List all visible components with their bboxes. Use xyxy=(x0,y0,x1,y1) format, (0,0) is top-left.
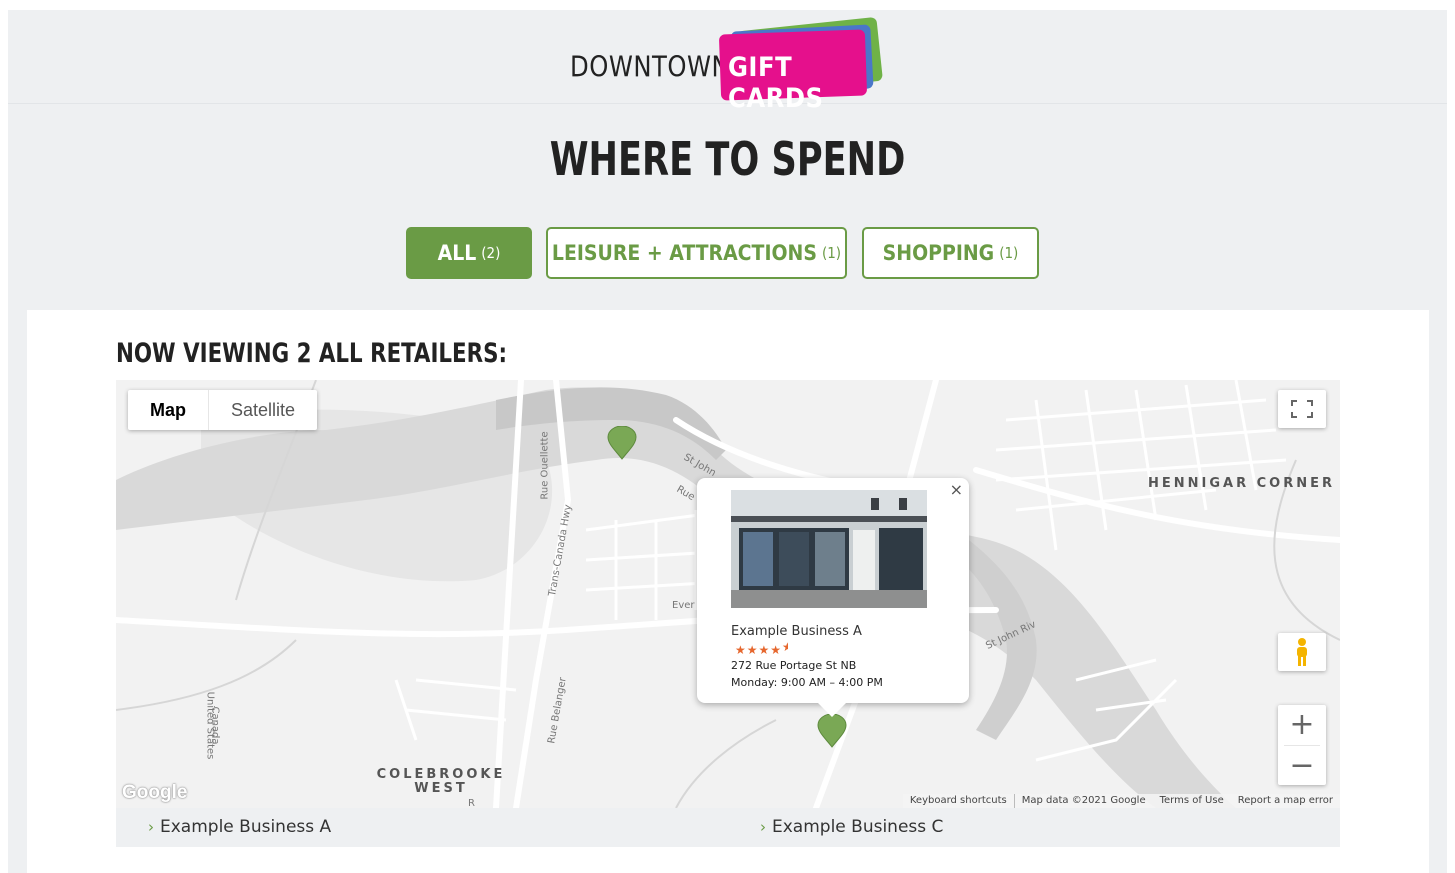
retailers-panel: NOW VIEWING 2 ALL RETAILERS: Map Satelli… xyxy=(27,310,1429,873)
filter-all-button[interactable]: ALL (2) xyxy=(406,227,532,279)
map-type-satellite-button[interactable]: Satellite xyxy=(209,390,317,430)
chevron-right-icon: › xyxy=(760,818,766,836)
zoom-out-button[interactable]: − xyxy=(1278,745,1326,785)
half-star-icon: ★ xyxy=(782,640,788,654)
business-link-a[interactable]: › Example Business A xyxy=(148,808,331,847)
category-filters: ALL (2) LEISURE + ATTRACTIONS (1) SHOPPING… xyxy=(8,227,1447,279)
business-list: › Example Business A › Example Business C xyxy=(116,808,1340,847)
road-label: Rue Ouellette xyxy=(539,431,551,500)
fullscreen-icon xyxy=(1291,400,1313,418)
logo-word-gift-cards: GIFT CARDS xyxy=(728,52,824,114)
viewing-title: NOW VIEWING 2 ALL RETAILERS: xyxy=(116,338,508,369)
road-label: R xyxy=(468,798,475,808)
filter-count: (2) xyxy=(481,244,501,262)
filter-label: SHOPPING xyxy=(882,241,995,265)
keyboard-shortcuts-link[interactable]: Keyboard shortcuts xyxy=(903,794,1014,808)
zoom-control: + − xyxy=(1278,705,1326,785)
star-icon: ★★★★ xyxy=(735,643,783,657)
retailer-map[interactable]: Map Satellite + − HENNIGAR CORNER COLEBR… xyxy=(116,380,1340,808)
filter-label: LEISURE + ATTRACTIONS xyxy=(551,241,817,265)
report-map-error-link[interactable]: Report a map error xyxy=(1231,794,1340,808)
site-logo[interactable]: DOWNTOWN GIFT CARDS xyxy=(570,16,890,114)
road-label: United States xyxy=(204,691,216,760)
map-pin-icon[interactable] xyxy=(817,714,847,748)
chevron-right-icon: › xyxy=(148,818,154,836)
road-label: Ever xyxy=(672,600,695,611)
filter-count: (1) xyxy=(821,244,842,262)
filter-count: (1) xyxy=(999,244,1019,262)
business-link-c[interactable]: › Example Business C xyxy=(760,808,943,847)
filter-leisure-button[interactable]: LEISURE + ATTRACTIONS (1) xyxy=(546,227,847,279)
map-data-text: Map data ©2021 Google xyxy=(1013,794,1153,808)
page: DOWNTOWN GIFT CARDS WHERE TO SPEND ALL (2… xyxy=(8,10,1447,873)
business-hours: Monday: 9:00 AM – 4:00 PM xyxy=(731,676,883,689)
business-link-label: Example Business A xyxy=(160,817,332,837)
map-info-window: × Example Business A ★★★★ 272 Rue Portag… xyxy=(697,478,969,717)
zoom-out-icon: − xyxy=(1289,747,1315,783)
zoom-in-icon: + xyxy=(1289,707,1315,743)
map-pin-icon[interactable] xyxy=(607,426,637,460)
street-view-button[interactable] xyxy=(1278,633,1326,671)
business-name: Example Business A xyxy=(731,624,862,639)
page-title: WHERE TO SPEND xyxy=(549,132,906,186)
filter-label: ALL xyxy=(437,241,477,265)
pegman-icon xyxy=(1297,638,1307,666)
place-label-hennigar-corner: HENNIGAR CORNER xyxy=(1148,476,1335,491)
filter-shopping-button[interactable]: SHOPPING (1) xyxy=(862,227,1039,279)
business-photo xyxy=(731,490,927,608)
fullscreen-button[interactable] xyxy=(1278,390,1326,428)
place-label-colebrooke-west: COLEBROOKE WEST xyxy=(376,767,506,796)
map-attribution: Keyboard shortcuts Map data ©2021 Google… xyxy=(902,794,1340,808)
map-type-map-button[interactable]: Map xyxy=(128,390,209,430)
site-header: DOWNTOWN GIFT CARDS xyxy=(8,10,1447,114)
business-address: 272 Rue Portage St NB xyxy=(731,659,857,672)
google-logo[interactable]: Google xyxy=(122,782,187,804)
terms-of-use-link[interactable]: Terms of Use xyxy=(1153,794,1231,808)
star-rating: ★★★★★ xyxy=(735,640,788,657)
business-link-label: Example Business C xyxy=(772,817,944,837)
close-icon[interactable]: × xyxy=(950,480,963,499)
zoom-in-button[interactable]: + xyxy=(1278,705,1326,745)
logo-word-downtown: DOWNTOWN xyxy=(570,51,731,84)
map-type-toggle: Map Satellite xyxy=(128,390,318,430)
